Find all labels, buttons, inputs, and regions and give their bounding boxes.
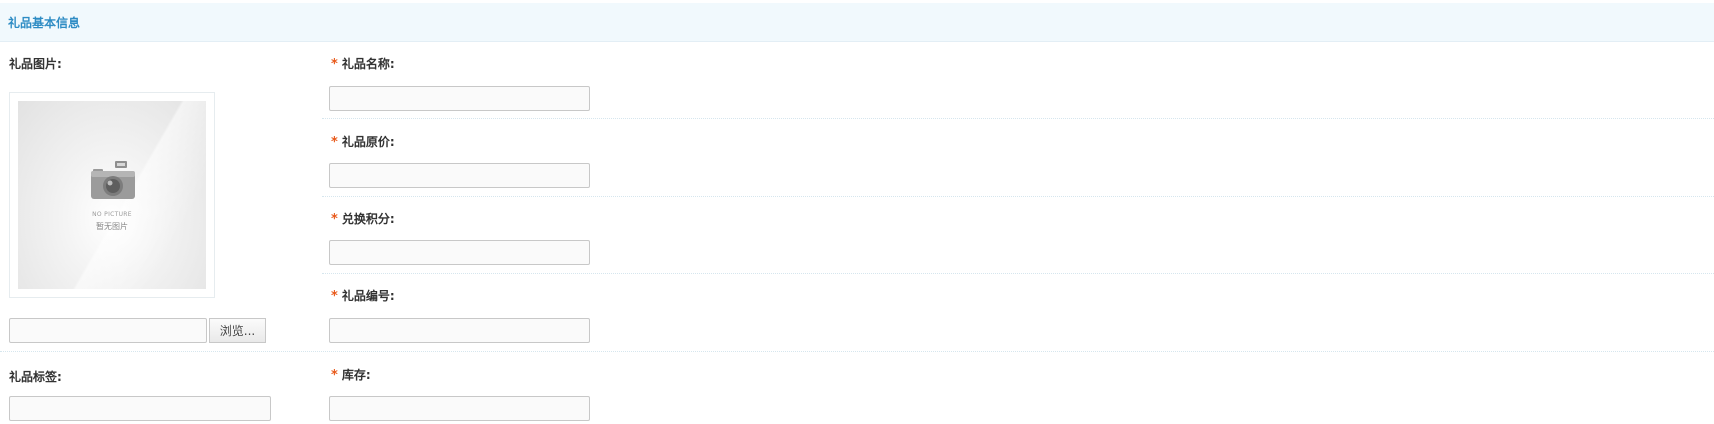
gift-number-input[interactable] xyxy=(329,318,590,343)
gift-info-panel: 礼品基本信息 礼品图片: NO PICTURE 暂无图片 浏览... 礼品标签:… xyxy=(0,0,1714,424)
gift-name-input[interactable] xyxy=(329,86,590,111)
image-file-input[interactable] xyxy=(9,318,207,343)
exchange-points-input[interactable] xyxy=(329,240,590,265)
row-divider xyxy=(322,196,1714,197)
gift-name-label: * 礼品名称: xyxy=(331,57,395,72)
row-divider xyxy=(322,118,1714,119)
no-picture-placeholder: NO PICTURE 暂无图片 xyxy=(18,101,206,289)
no-picture-text: NO PICTURE xyxy=(92,211,132,218)
gift-number-label: * 礼品编号: xyxy=(331,289,395,304)
section-title: 礼品基本信息 xyxy=(8,16,81,30)
row-divider xyxy=(0,351,1714,352)
section-header: 礼品基本信息 xyxy=(0,3,1714,42)
gift-image-label: 礼品图片: xyxy=(9,57,62,71)
stock-input[interactable] xyxy=(329,396,590,421)
row-divider xyxy=(322,273,1714,274)
gift-tag-input[interactable] xyxy=(9,396,271,421)
original-price-input[interactable] xyxy=(329,163,590,188)
required-marker: * xyxy=(331,368,338,383)
gift-image-preview: NO PICTURE 暂无图片 xyxy=(9,92,215,298)
gift-tag-label: 礼品标签: xyxy=(9,370,62,384)
stock-label: * 库存: xyxy=(331,368,371,383)
exchange-points-label: * 兑换积分: xyxy=(331,212,395,227)
required-marker: * xyxy=(331,212,338,227)
required-marker: * xyxy=(331,57,338,72)
required-marker: * xyxy=(331,289,338,304)
no-picture-cn-text: 暂无图片 xyxy=(96,222,128,231)
original-price-label: * 礼品原价: xyxy=(331,135,395,150)
browse-button[interactable]: 浏览... xyxy=(209,318,266,343)
camera-icon xyxy=(91,161,135,199)
required-marker: * xyxy=(331,135,338,150)
